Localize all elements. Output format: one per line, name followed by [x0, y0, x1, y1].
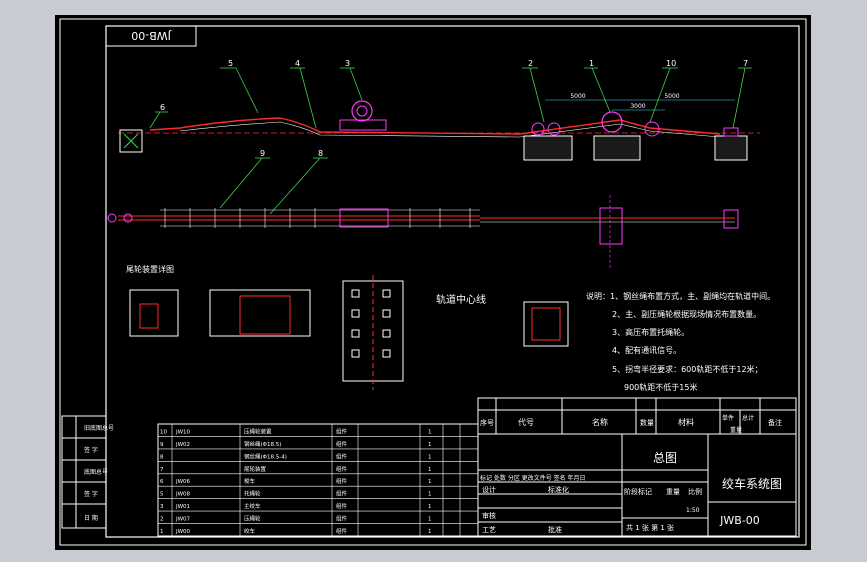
parts-cell-qty: 1 [428, 479, 432, 485]
stage-mark: 阶段标记 [624, 487, 652, 496]
design-label: 设计 [482, 485, 496, 494]
weight-label: 重量 [666, 488, 680, 496]
parts-cell-qty: 1 [428, 429, 432, 435]
track-center-label: 轨道中心线 [436, 293, 486, 306]
standardize-label: 标准化 [548, 485, 569, 494]
hdr-code: 代号 [518, 417, 534, 427]
hdr-total: 总计 [742, 414, 754, 422]
parts-cell-name: 绞车 [244, 527, 256, 535]
callout-3: 3 [345, 59, 350, 68]
parts-cell-seq: 8 [160, 454, 164, 460]
parts-cell-seq: 3 [160, 504, 164, 510]
parts-cell-code: JW00 [175, 529, 191, 535]
drawing-title: 绞车系统图 [722, 476, 782, 491]
parts-cell-name: 钢丝绳(Φ18.5) [244, 440, 281, 448]
side-label-0: 旧底图总号 [84, 424, 114, 432]
dim-text-1: 5000 [664, 93, 679, 100]
parts-cell-qty: 1 [428, 504, 432, 510]
parts-cell-material: 组件 [336, 490, 348, 498]
parts-cell-material: 组件 [336, 527, 348, 535]
parts-cell-seq: 9 [160, 442, 164, 448]
detail-title: 尾轮装置详图 [126, 264, 174, 274]
note-4: 5、拐弯半径要求：600轨距不低于12米； [612, 364, 763, 374]
rev-header: 标记 处数 分区 更改文件号 签名 年月日 [480, 474, 586, 482]
parts-cell-seq: 5 [160, 492, 164, 498]
hdr-seq: 序号 [480, 418, 494, 427]
parts-cell-qty: 1 [428, 517, 432, 523]
parts-cell-code: JW07 [175, 517, 191, 523]
callout-6: 6 [160, 103, 165, 112]
drawing-code: JWB-00 [719, 514, 760, 527]
callout-8: 8 [318, 149, 323, 158]
hdr-qty: 数量 [640, 418, 654, 427]
parts-cell-name: 托绳轮 [244, 490, 261, 498]
parts-cell-material: 组件 [336, 515, 348, 523]
parts-cell-qty: 1 [428, 467, 432, 473]
drawing-canvas: JWB-00 旧底图总号 签 字 底图总号 签 字 日 期 5000 5000 … [55, 15, 811, 550]
parts-cell-name: 压绳轮装置 [244, 427, 272, 435]
parts-cell-seq: 2 [160, 517, 164, 523]
scale-value: 1:50 [686, 507, 700, 514]
hdr-name: 名称 [592, 417, 608, 427]
parts-cell-material: 组件 [336, 477, 348, 485]
side-label-1: 签 字 [84, 446, 98, 454]
callout-4: 4 [295, 59, 300, 68]
hdr-material: 材料 [678, 417, 694, 427]
callout-5: 5 [228, 59, 233, 68]
callout-10: 10 [666, 59, 676, 68]
side-label-3: 签 字 [84, 490, 98, 498]
parts-cell-code: JW01 [175, 504, 190, 510]
parts-cell-qty: 1 [428, 454, 432, 460]
parts-cell-qty: 1 [428, 442, 432, 448]
parts-cell-name: 梭车 [244, 477, 256, 485]
scale-label: 比例 [688, 487, 702, 496]
process-label: 工艺 [482, 526, 496, 534]
side-label-2: 底图总号 [84, 468, 108, 476]
parts-cell-name: 主绞车 [244, 502, 261, 510]
parts-cell-qty: 1 [428, 492, 432, 498]
callout-2: 2 [528, 59, 533, 68]
hdr-single: 单件 [722, 414, 734, 422]
hdr-remark: 备注 [768, 418, 782, 427]
approve-label: 批准 [548, 525, 562, 534]
parts-cell-seq: 10 [160, 429, 167, 435]
parts-cell-qty: 1 [428, 529, 432, 535]
sheets-label: 共 1 张 第 1 张 [626, 523, 674, 532]
parts-cell-code: JW10 [175, 429, 191, 435]
note-3: 4、配有通讯信号。 [612, 345, 681, 355]
drawing-code-box-text: JWB-00 [131, 29, 172, 42]
dim-text-2: 3000 [630, 103, 645, 110]
parts-cell-code: JW08 [175, 492, 191, 498]
note-2: 3、高压布置托绳轮。 [612, 327, 689, 337]
note-0: 说明：1、钢丝绳布置方式，主、副绳均在轨道中间。 [586, 291, 775, 301]
parts-cell-name: 压绳轮 [244, 515, 261, 523]
parts-cell-seq: 6 [160, 479, 164, 485]
parts-cell-material: 组件 [336, 502, 348, 510]
parts-cell-name: 钢丝绳(Φ18.5-4) [244, 452, 287, 460]
dim-text-0: 5000 [570, 93, 585, 100]
parts-cell-code: JW06 [175, 479, 191, 485]
parts-cell-material: 组件 [336, 440, 348, 448]
callout-7: 7 [743, 59, 748, 68]
parts-cell-name: 尾轮装置 [244, 465, 267, 473]
review-label: 审核 [482, 511, 496, 520]
callout-1: 1 [589, 59, 594, 68]
parts-cell-seq: 1 [160, 529, 164, 535]
callout-9: 9 [260, 149, 265, 158]
parts-cell-material: 组件 [336, 427, 348, 435]
assembly-label: 总图 [653, 451, 677, 465]
note-1: 2、主、副压绳轮根据现场情况布置数量。 [612, 309, 761, 319]
parts-cell-material: 组件 [336, 452, 348, 460]
parts-cell-code: JW02 [175, 442, 190, 448]
side-label-4: 日 期 [84, 514, 98, 522]
parts-cell-seq: 7 [160, 467, 164, 473]
hdr-weight: 重量 [730, 426, 742, 434]
parts-cell-material: 组件 [336, 465, 348, 473]
note-5: 900轨距不低于15米 [624, 382, 697, 392]
